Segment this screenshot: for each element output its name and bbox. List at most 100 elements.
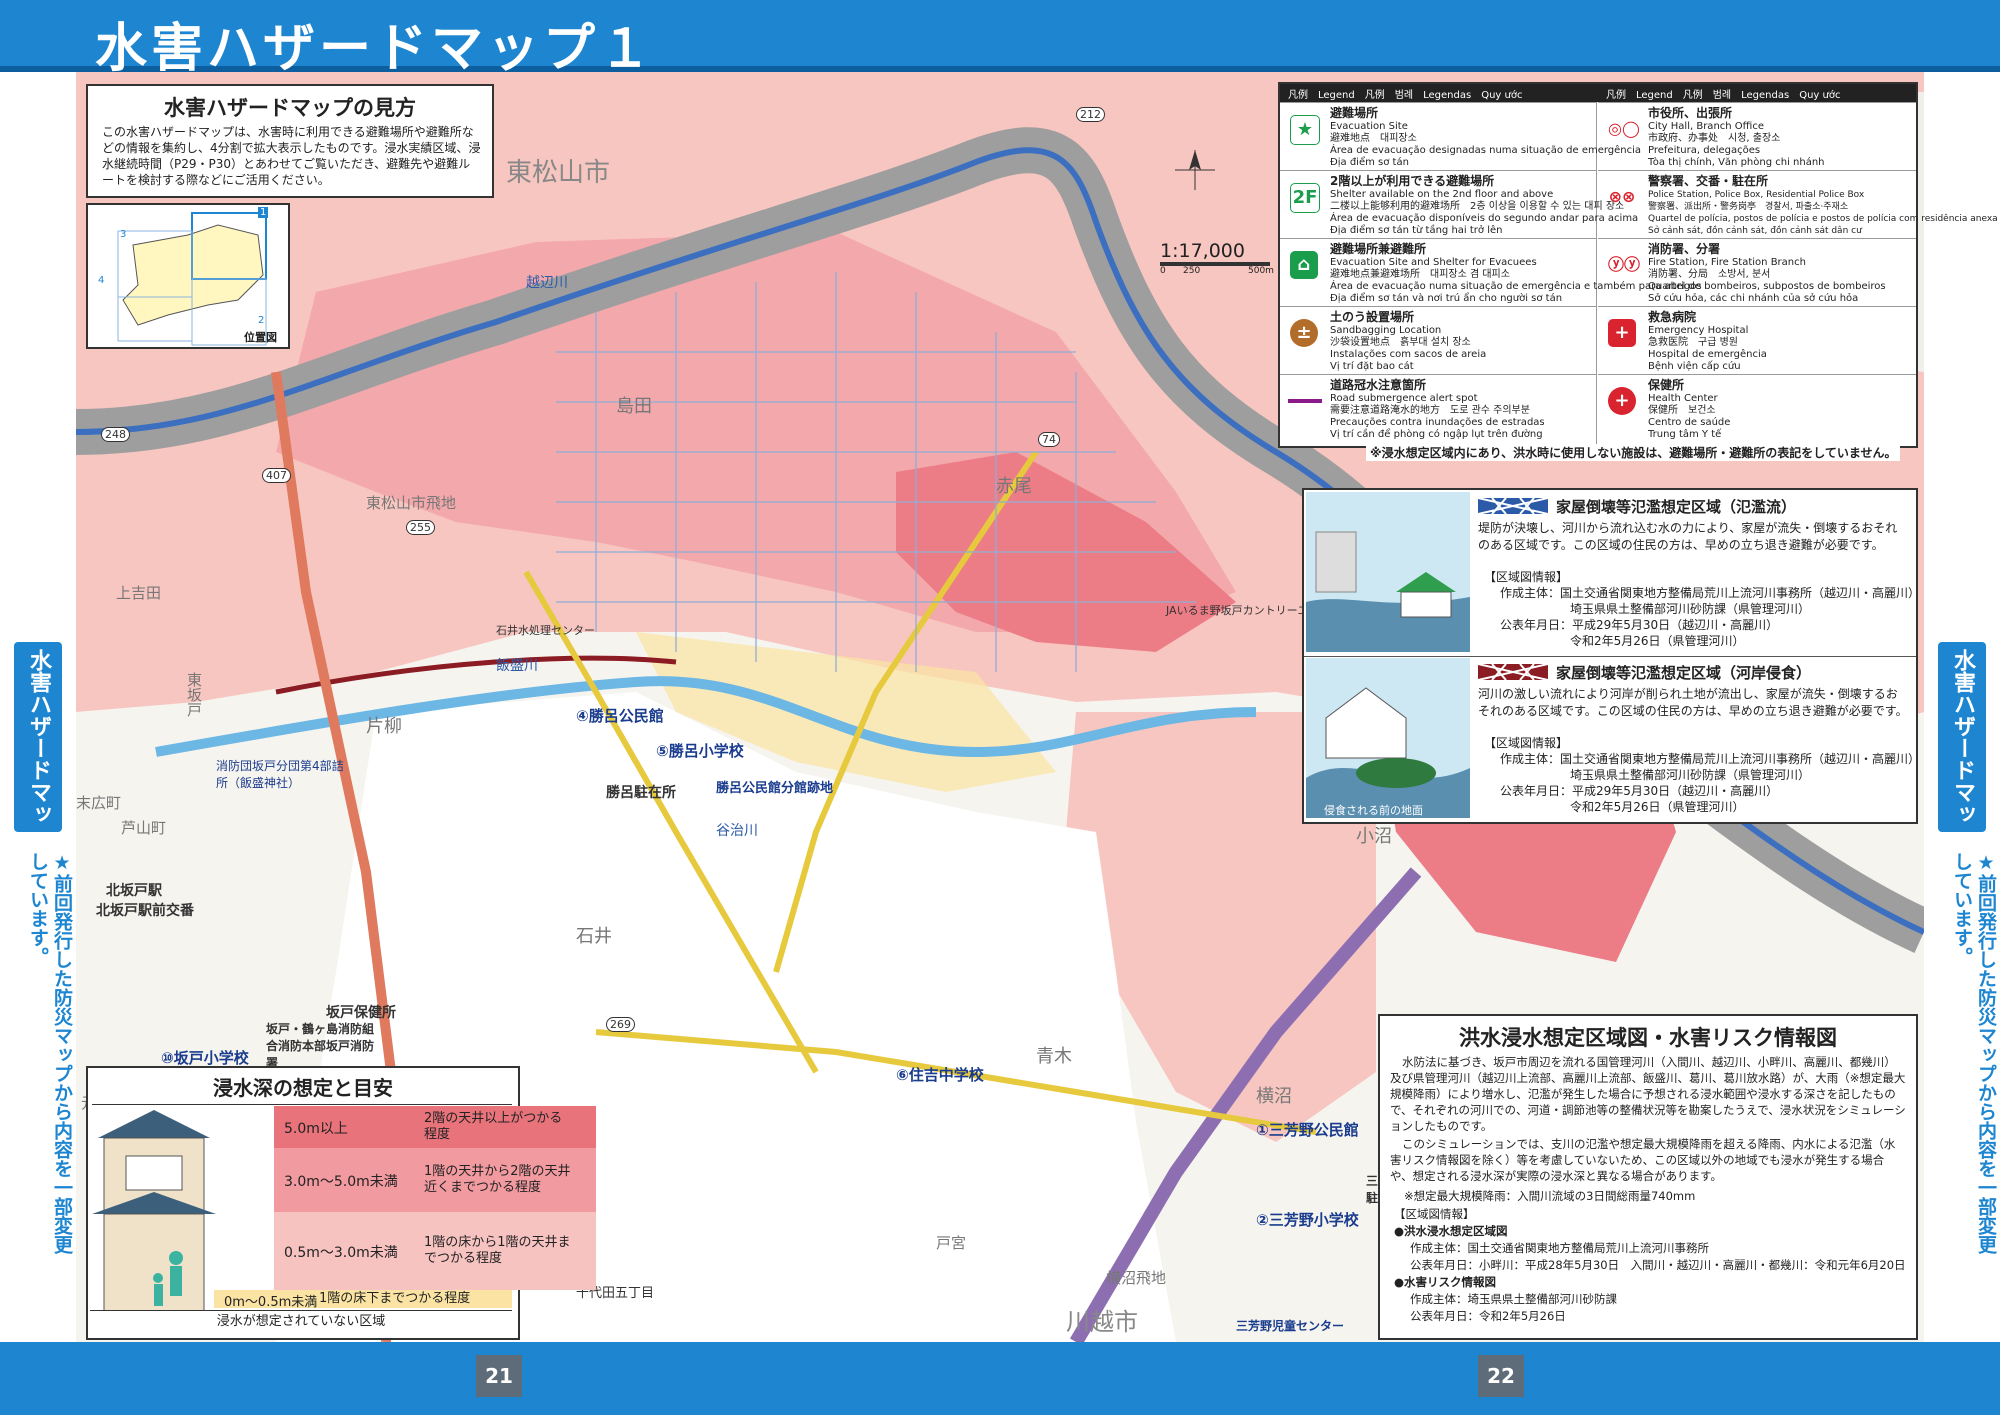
area-label-suehiro: 末広町 [76, 794, 122, 812]
right-margin: 水害ハザードマップ ★前回発行した防災マップから内容を一部変更しています。 [1902, 72, 2000, 1342]
road-shield-255: 255 [406, 520, 435, 535]
flood-info-item2: ●水害リスク情報図 [1394, 1275, 1497, 1289]
left-side-note: ★前回発行した防災マップから内容を一部変更しています。 [27, 852, 73, 1254]
legend-panel: 凡例 Legend 凡例 범례 Legendas Quy ước 凡例 Lege… [1278, 82, 1998, 448]
facility-fire-station: 坂戸・鶴ヶ島消防組合消防本部坂戸消防署 [266, 1022, 375, 1070]
depth-range: 5.0m以上 [284, 1121, 348, 1137]
legend-header-right: 凡例 Legend 凡例 범례 Legendas Quy ước [1606, 90, 1841, 101]
locator-num-1: 1 [258, 207, 269, 218]
erosion-makers2: 埼玉県県土整備部河川砂防課（県管理河川） [1570, 768, 1811, 782]
shelter-num: ⑤ [656, 742, 669, 760]
facility-kitasakado-station: 北坂戸駅 [106, 883, 162, 899]
shelter-katsuro-kominkan[interactable]: ④勝呂公民館 [576, 705, 664, 726]
shelter-name: 三芳野公民館 [1268, 1121, 1359, 1139]
legend-cityhall-text: 市役所、出張所 City Hall, Branch Office 市政府、办事处 시… [1648, 106, 1825, 168]
road-shield-407: 407 [262, 468, 291, 483]
shelter-katsuro-school[interactable]: ⑤勝呂小学校 [656, 740, 744, 761]
shelter-sumiyoshi-jhs[interactable]: ⑥住吉中学校 [896, 1064, 984, 1085]
health-center-icon: + [1608, 387, 1636, 415]
legend-item-fire: ⓨⓨ 消防署、分署 Fire Station, Fire Station Bran… [1598, 238, 1916, 305]
collapse-zone-panel: 家屋倒壊等氾濫想定区域（氾濫流） 堤防が決壊し、河川から流れ込む水の力により、家… [1302, 488, 1920, 824]
legend-item-health: + 保健所 Health Center 保健所 보건소 Centro de saúde… [1598, 374, 1916, 441]
legend-item-police: ⊗⊗ 警察署、交番・駐在所 Police Station, Police Box,… [1598, 170, 1998, 237]
legend-item-road: 道路冠水注意箇所 Road submergence alert spot 需要注意道… [1280, 374, 1596, 441]
river-label-iimori: 飯盛川 [496, 658, 538, 674]
shelter-miyoshino-school[interactable]: ②三芳野小学校 [1256, 1209, 1359, 1230]
scale-tick-500: 500m [1248, 266, 1274, 276]
depth-rows: 5.0m以上 2階の天井以上がつかる程度 3.0m〜5.0m未満 1階の天井から2階の… [86, 1066, 596, 1336]
flood-flow-body: 堤防が決壊し、河川から流れ込む水の力により、家屋が流失・倒壊するおそれのある区域… [1478, 521, 1898, 552]
page-footer [0, 1342, 2000, 1415]
road-shield-74: 74 [1038, 432, 1060, 447]
right-side-note: ★前回発行した防災マップから内容を一部変更しています。 [1951, 852, 1997, 1254]
legend-header-left: 凡例 Legend 凡例 범례 Legendas Quy ước [1288, 90, 1523, 101]
how-to-read-title: 水害ハザードマップの見方 [164, 96, 416, 120]
facility-miyoshino-center: 三芳野児童センター [1236, 1319, 1345, 1333]
legend-police-text: 警察署、交番・駐在所 Police Station, Police Box, Re… [1648, 174, 1998, 236]
depth-desc: 2階の天井以上がつかる程度 [424, 1111, 563, 1142]
shelter-num: ⑥ [896, 1066, 909, 1084]
police-icon: ⊗⊗ [1608, 187, 1636, 206]
flood-info-body2: このシミュレーションでは、支川の氾濫や想定最大規模降雨を超える降雨、内水による氾… [1390, 1137, 1896, 1183]
legend-item-evac: ★ 避難場所 Evacuation Site 避难地点 대피장소 Área de ev… [1280, 102, 1641, 169]
area-label-ishii: 石井 [576, 926, 612, 947]
page-title: 水害ハザードマップ１ [95, 19, 656, 79]
erosion-illustration [1306, 658, 1470, 818]
area-label-kamiyoshida: 上吉田 [116, 584, 162, 602]
legend-sandbag-text: 土のう設置場所 Sandbagging Location 沙袋设置地点 흙부대 설치… [1330, 310, 1487, 372]
locator-map[interactable]: 1 2 3 4 位置図 [86, 203, 290, 349]
shelter-num: ④ [576, 707, 589, 725]
shelter-miyoshino-kominkan[interactable]: ①三芳野公民館 [1256, 1119, 1359, 1140]
sandbag-icon: ± [1290, 319, 1318, 347]
depth-range: 0.5m〜3.0m未満 [284, 1245, 398, 1261]
facility-katsuro-police: 勝呂駐在所 [606, 785, 676, 801]
legend-item-cityhall: ◎◯ 市役所、出張所 City Hall, Branch Office 市政府、办事… [1598, 102, 1916, 169]
flood-flow-info-title: 【区域図情報】 [1484, 570, 1569, 584]
erosion-swatch [1477, 663, 1549, 681]
shelter-num: ② [1256, 1211, 1269, 1229]
flood-info-item2a: 作成主体：埼玉県県土整備部河川砂防課 [1410, 1292, 1617, 1306]
depth-row: 0.5m〜3.0m未満 1階の床から1階の天井までつかる程度 [274, 1212, 596, 1290]
legend-item-hospital: + 救急病院 Emergency Hospital 急救医院 구급 병원 Hospit… [1598, 306, 1916, 373]
flood-info-item1a: 作成主体：国土交通省関東地方整備局荒川上流河川事務所 [1410, 1241, 1709, 1255]
facility-katsuro-annex: 勝呂公民館分館跡地 [716, 781, 834, 796]
legend-fire-text: 消防署、分署 Fire Station, Fire Station Branch 消… [1648, 242, 1886, 304]
flood-flow-makers2: 埼玉県県土整備部河川砂防課（県管理河川） [1570, 602, 1811, 616]
legend-item-upper: 2F 2階以上が利用できる避難場所 Shelter available on th… [1280, 170, 1638, 237]
erosion-title: 家屋倒壊等氾濫想定区域（河岸侵食） [1556, 664, 1812, 682]
page-number-left: 21 [476, 1355, 522, 1397]
road-shield-212: 212 [1076, 107, 1105, 122]
area-label-tobichi: 東松山市飛地 [366, 494, 457, 512]
shelter-name: 三芳野小学校 [1268, 1211, 1359, 1229]
depth-none-label: 浸水が想定されていない区域 [90, 1310, 512, 1333]
shelter-sakado-school[interactable]: ⑩坂戸小学校 [161, 1047, 249, 1068]
legend-upper-text: 2階以上が利用できる避難場所 Shelter available on the 2… [1330, 174, 1639, 236]
locator-label: 位置図 [244, 331, 277, 344]
locator-num-2: 2 [258, 315, 265, 326]
emergency-hospital-icon: + [1608, 319, 1636, 347]
flood-flow-dates2: 令和2年5月26日（県管理河川） [1570, 634, 1745, 648]
depth-desc: 1階の天井から2階の天井近くまでつかる程度 [424, 1164, 571, 1195]
legend-item-shelter: ⌂ 避難場所兼避難所 Evacuation Site and Shelter fo… [1280, 238, 1702, 305]
area-label-ashiyama: 芦山町 [121, 819, 167, 837]
erosion-info-title: 【区域図情報】 [1484, 736, 1569, 750]
erosion-dates: 公表年月日：平成29年5月30日（越辺川・高麗川） [1500, 784, 1779, 798]
north-arrow-icon [1175, 150, 1215, 190]
legend-left-col: ★ 避難場所 Evacuation Site 避难地点 대피장소 Área de ev… [1280, 102, 1702, 446]
depth-row: 5.0m以上 2階の天井以上がつかる程度 [274, 1106, 596, 1148]
legend-road-text: 道路冠水注意箇所 Road submergence alert spot 需要注意道… [1330, 378, 1545, 440]
how-to-read-body: この水害ハザードマップは、水害時に利用できる避難場所や避難所などの情報を集約し、… [102, 125, 481, 187]
facility-kitasakado-koban: 北坂戸駅前交番 [96, 903, 194, 919]
locator-num-4: 4 [98, 275, 105, 286]
facility-health-center: 坂戸保健所 [326, 1005, 396, 1021]
scale-tick-0: 0 [1160, 266, 1166, 276]
legend-health-text: 保健所 Health Center 保健所 보건소 Centro de saúde Tr… [1648, 378, 1731, 440]
area-label-higashimatsuyama: 東松山市 [506, 158, 611, 188]
legend-evac-text: 避難場所 Evacuation Site 避难地点 대피장소 Área de evac… [1330, 106, 1642, 168]
depth-row: 0m〜0.5m未満 1階の床下までつかる程度 [214, 1290, 512, 1310]
shelter-num: ① [1256, 1121, 1269, 1139]
flood-flow-illustration [1306, 492, 1470, 652]
area-label-tomiya: 戸宮 [936, 1234, 967, 1252]
depth-row: 3.0m〜5.0m未満 1階の天井から2階の天井近くまでつかる程度 [274, 1148, 596, 1212]
facility-ishii-water: 石井水処理センター [496, 624, 595, 637]
